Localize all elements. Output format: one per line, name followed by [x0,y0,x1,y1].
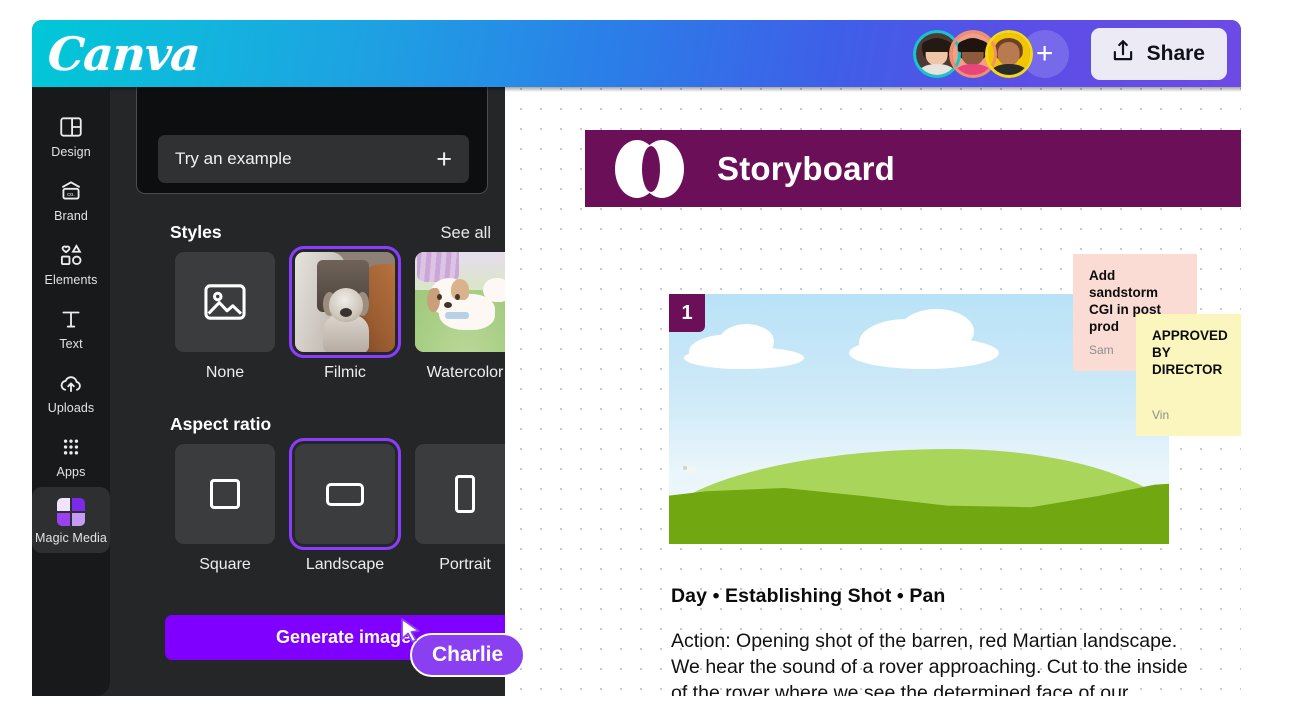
collaborator-cursor-name-badge: Charlie [410,633,526,677]
aspect-ratio-option-row: Square Landscape Portrait [175,438,505,574]
styles-see-all-link[interactable]: See all [441,224,491,243]
sidebar-item-brand[interactable]: co. Brand [32,167,110,231]
design-canvas[interactable]: Storyboard 1 Add sandstorm CGI in post p… [505,87,1241,696]
aspect-ratio-option-label: Landscape [305,556,385,573]
collaborator-avatar-stack [912,29,1033,78]
sheep-detail-icon [682,466,696,474]
cloud-upload-icon [58,370,84,396]
plus-icon: + [436,143,452,174]
aspect-ratio-title: Aspect ratio [170,414,272,434]
sidebar-item-apps[interactable]: Apps [32,423,110,487]
sticky-note-text: APPROVED BY DIRECTOR [1152,328,1228,377]
aspect-ratio-option-landscape[interactable]: Landscape [289,438,401,574]
sidebar-item-elements[interactable]: Elements [32,231,110,295]
canva-app-window: Canva + Share Design co. Brand Elements Text… [32,20,1241,696]
aspect-ratio-option-label: Square [199,556,251,573]
square-ratio-icon [175,444,275,544]
sticky-note[interactable]: APPROVED BY DIRECTOR Vin [1136,314,1241,436]
sidebar-item-label: Brand [54,209,88,223]
image-placeholder-icon [175,252,275,352]
sidebar-item-label: Magic Media [35,531,107,545]
share-upload-icon [1110,38,1136,69]
style-option-label: Watercolor [426,364,504,381]
magic-media-icon [57,498,85,526]
try-an-example-chip[interactable]: Try an example + [158,135,469,183]
sidebar-item-uploads[interactable]: Uploads [32,359,110,423]
sidebar-rail: Design co. Brand Elements Text Uploads Apps Mag… [32,87,110,696]
storyboard-title: Storyboard [717,149,896,187]
top-bar: Canva + Share [32,20,1241,87]
aspect-ratio-option-label: Portrait [439,556,491,573]
styles-title: Styles [170,222,222,242]
share-button[interactable]: Share [1090,27,1227,80]
sidebar-item-text[interactable]: Text [32,295,110,359]
top-bar-right-group: + Share [912,27,1241,80]
style-option-filmic[interactable]: Filmic [289,246,401,382]
filmic-dog-photo [289,246,401,358]
sidebar-item-magic-media[interactable]: Magic Media [32,487,110,553]
text-t-icon [58,306,84,332]
style-option-none[interactable]: None [175,252,275,382]
styles-section-header: Styles See all [170,222,505,243]
sidebar-item-design[interactable]: Design [32,103,110,167]
sidebar-item-label: Design [51,145,91,159]
shapes-elements-icon [58,242,84,268]
generate-image-label: Generate image [275,627,412,647]
sticky-note-author: Vin [1152,408,1170,422]
aspect-ratio-section-header: Aspect ratio [170,414,505,435]
layout-design-icon [58,114,84,140]
frame-caption-action: Action: Opening shot of the barren, red … [671,630,1188,696]
double-oval-logo-icon [615,139,685,198]
try-an-example-label: Try an example [175,149,292,168]
style-option-watercolor[interactable]: Watercolor [415,252,505,382]
watercolor-dog-illustration [415,252,505,352]
frame-caption-heading: Day • Establishing Shot • Pan [671,585,946,607]
collaborator-cursor-name: Charlie [432,643,504,666]
grid-apps-icon [58,434,84,460]
share-button-label: Share [1146,41,1205,65]
canva-logo[interactable]: Canva [46,27,201,81]
aspect-ratio-option-square[interactable]: Square [175,444,275,574]
frame-number: 1 [681,301,693,324]
frame-number-badge: 1 [669,294,705,332]
sidebar-item-label: Elements [44,273,98,287]
aspect-ratio-option-portrait[interactable]: Portrait [415,444,505,574]
portrait-ratio-icon [415,444,505,544]
style-option-label: Filmic [324,364,366,381]
storyboard-banner[interactable]: Storyboard [585,130,1241,207]
frame-caption-block[interactable]: Day • Establishing Shot • Pan Action: Op… [671,585,1191,696]
avatar[interactable] [984,29,1033,78]
plus-icon: + [1035,36,1054,70]
landscape-ratio-icon [289,438,401,550]
svg-text:co.: co. [67,192,75,198]
styles-option-row: None Filmic Watercolor [175,246,505,382]
brand-box-icon: co. [58,178,84,204]
sidebar-item-label: Uploads [47,401,95,415]
sidebar-item-label: Apps [56,465,86,479]
prompt-input-box[interactable]: Try an example + [136,87,488,194]
sidebar-item-label: Text [59,337,83,351]
style-option-label: None [205,364,245,381]
magic-media-panel: Try an example + Styles See all None Film… [110,87,505,696]
